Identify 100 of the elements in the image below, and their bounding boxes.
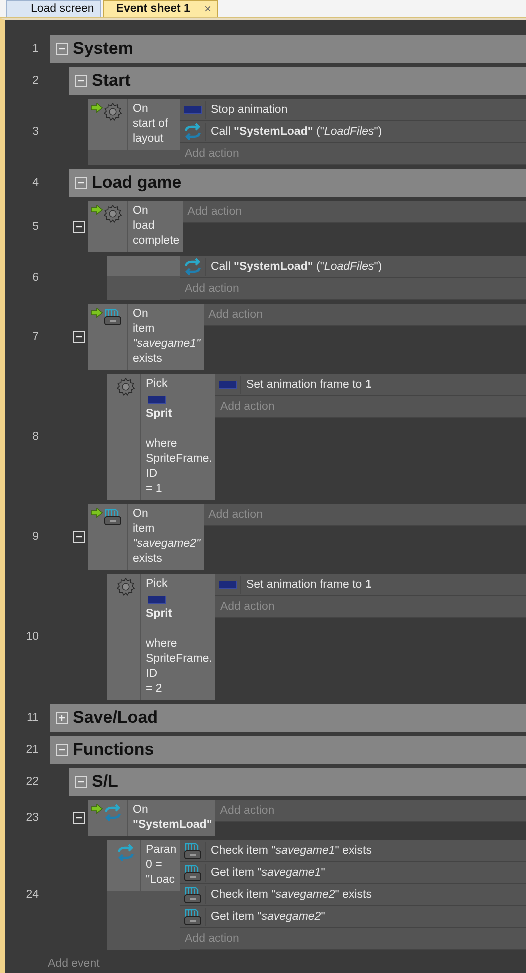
group-title: Save/Load <box>73 708 158 728</box>
gear-icon <box>104 205 122 223</box>
group-title: S/L <box>92 772 118 792</box>
action-row[interactable]: Get item "savegame1" <box>180 862 526 884</box>
action-text: Set animation frame to 1 <box>246 578 372 590</box>
collapse-toggle[interactable] <box>75 776 87 788</box>
gear-icon <box>117 378 135 396</box>
tab[interactable]: Event sheet 1 × <box>103 0 218 17</box>
condition-block[interactable]: On load complete <box>88 201 183 252</box>
close-icon[interactable]: × <box>204 2 212 16</box>
line-number: 1 <box>32 42 39 57</box>
cycle-arrows-icon <box>184 258 202 276</box>
condition-block[interactable]: On start of layout <box>88 99 180 150</box>
line-number: 22 <box>25 775 39 790</box>
collapse-toggle[interactable] <box>72 531 84 543</box>
collapse-toggle[interactable] <box>75 75 87 87</box>
condition-text: Pick <box>146 577 168 592</box>
storage-icon <box>104 308 122 326</box>
action-text: Call "SystemLoad" ("LoadFiles") <box>211 126 382 138</box>
collapse-toggle[interactable] <box>72 220 84 232</box>
condition-block[interactable]: On "SystemLoad" <box>88 800 216 836</box>
condition-text: where SpriteFrame. ID = 2 <box>146 637 212 697</box>
collapse-toggle[interactable] <box>75 177 87 189</box>
line-number: 9 <box>32 530 39 545</box>
collapse-toggle[interactable] <box>56 744 68 756</box>
action-text: Set animation frame to 1 <box>246 378 372 390</box>
line-number: 10 <box>25 630 39 645</box>
condition-text: On "SystemLoad" <box>133 803 212 833</box>
sprite-icon <box>218 580 237 588</box>
condition-text: Sprit <box>146 607 172 622</box>
group-title: Functions <box>73 740 154 760</box>
action-text: Call "SystemLoad" ("LoadFiles") <box>211 260 382 272</box>
action-text: Check item "savegame2" exists <box>211 888 372 900</box>
add-event-link[interactable]: Add event <box>48 958 100 970</box>
group-header[interactable]: System <box>50 35 526 63</box>
condition-text: Pick <box>146 377 168 392</box>
condition-text: where SpriteFrame. ID = 1 <box>146 437 212 497</box>
sprite-icon <box>184 106 202 114</box>
tab-label: Event sheet 1 <box>116 3 190 15</box>
line-number: 8 <box>32 430 39 445</box>
collapse-toggle[interactable] <box>72 812 84 824</box>
condition-text: On item "savegame1" exists <box>133 307 201 367</box>
tab[interactable]: Load screen <box>6 0 102 17</box>
cycle-arrows-icon <box>104 804 122 822</box>
line-number: 21 <box>25 743 39 758</box>
action-row[interactable]: Call "SystemLoad" ("LoadFiles") <box>180 256 526 278</box>
collapse-toggle[interactable] <box>56 43 68 55</box>
condition-text: On load complete <box>133 204 180 249</box>
action-text: Check item "savegame1" exists <box>211 844 372 856</box>
line-number: 5 <box>32 220 39 234</box>
group-header[interactable]: Functions <box>50 736 526 764</box>
group-header[interactable]: Load game <box>69 169 526 197</box>
condition-block[interactable]: Pick Sprit where SpriteFrame. ID = 2 <box>107 574 216 700</box>
condition-text: Paran 0 = "Loac <box>146 843 177 888</box>
group-title: Start <box>92 71 131 91</box>
action-text: Get item "savegame2" <box>211 910 326 922</box>
collapse-toggle[interactable] <box>72 331 84 343</box>
storage-icon <box>184 886 202 904</box>
group-header[interactable]: Start <box>69 67 526 95</box>
storage-icon <box>184 864 202 882</box>
line-number: 23 <box>25 811 39 826</box>
group-title: Load game <box>92 173 182 193</box>
condition-block[interactable]: On item "savegame1" exists <box>88 304 204 370</box>
line-number: 2 <box>32 74 39 89</box>
expand-toggle[interactable] <box>56 712 68 724</box>
condition-block[interactable]: Paran 0 = "Loac <box>107 840 180 891</box>
condition-block[interactable]: Pick Sprit where SpriteFrame. ID = 1 <box>107 374 216 500</box>
condition-block[interactable]: On item "savegame2" exists <box>88 504 204 570</box>
group-header[interactable]: S/L <box>69 768 526 796</box>
action-row[interactable]: Get item "savegame2" <box>180 906 526 928</box>
cycle-arrows-icon <box>117 844 135 862</box>
gear-icon <box>104 103 122 121</box>
sprite-icon <box>218 380 237 388</box>
action-row[interactable]: Stop animation <box>180 99 526 121</box>
line-number: 11 <box>26 711 39 726</box>
storage-icon <box>104 508 122 526</box>
line-number: 7 <box>32 330 39 345</box>
sprite-icon <box>148 396 166 404</box>
action-row[interactable]: Check item "savegame2" exists <box>180 884 526 906</box>
group-header[interactable]: Save/Load <box>50 704 526 732</box>
line-number: 24 <box>25 888 39 903</box>
line-number: 6 <box>32 271 39 286</box>
line-number: 4 <box>32 176 39 191</box>
action-text: Stop animation <box>211 104 288 116</box>
condition-text: On start of layout <box>133 102 168 147</box>
condition-text: Sprit <box>146 407 172 422</box>
sprite-icon <box>148 596 166 604</box>
storage-icon <box>184 908 202 926</box>
action-row[interactable]: Check item "savegame1" exists <box>180 840 526 862</box>
group-title: System <box>73 39 134 59</box>
action-row[interactable]: Set animation frame to 1 <box>215 374 526 396</box>
cycle-arrows-icon <box>184 122 202 140</box>
tab-label: Load screen <box>31 3 94 15</box>
action-text: Get item "savegame1" <box>211 866 326 878</box>
gear-icon <box>117 578 135 596</box>
storage-icon <box>184 842 202 860</box>
line-number: 3 <box>32 125 39 140</box>
condition-text: On item "savegame2" exists <box>133 507 201 567</box>
action-row[interactable]: Call "SystemLoad" ("LoadFiles") <box>180 121 526 143</box>
action-row[interactable]: Set animation frame to 1 <box>215 574 526 596</box>
